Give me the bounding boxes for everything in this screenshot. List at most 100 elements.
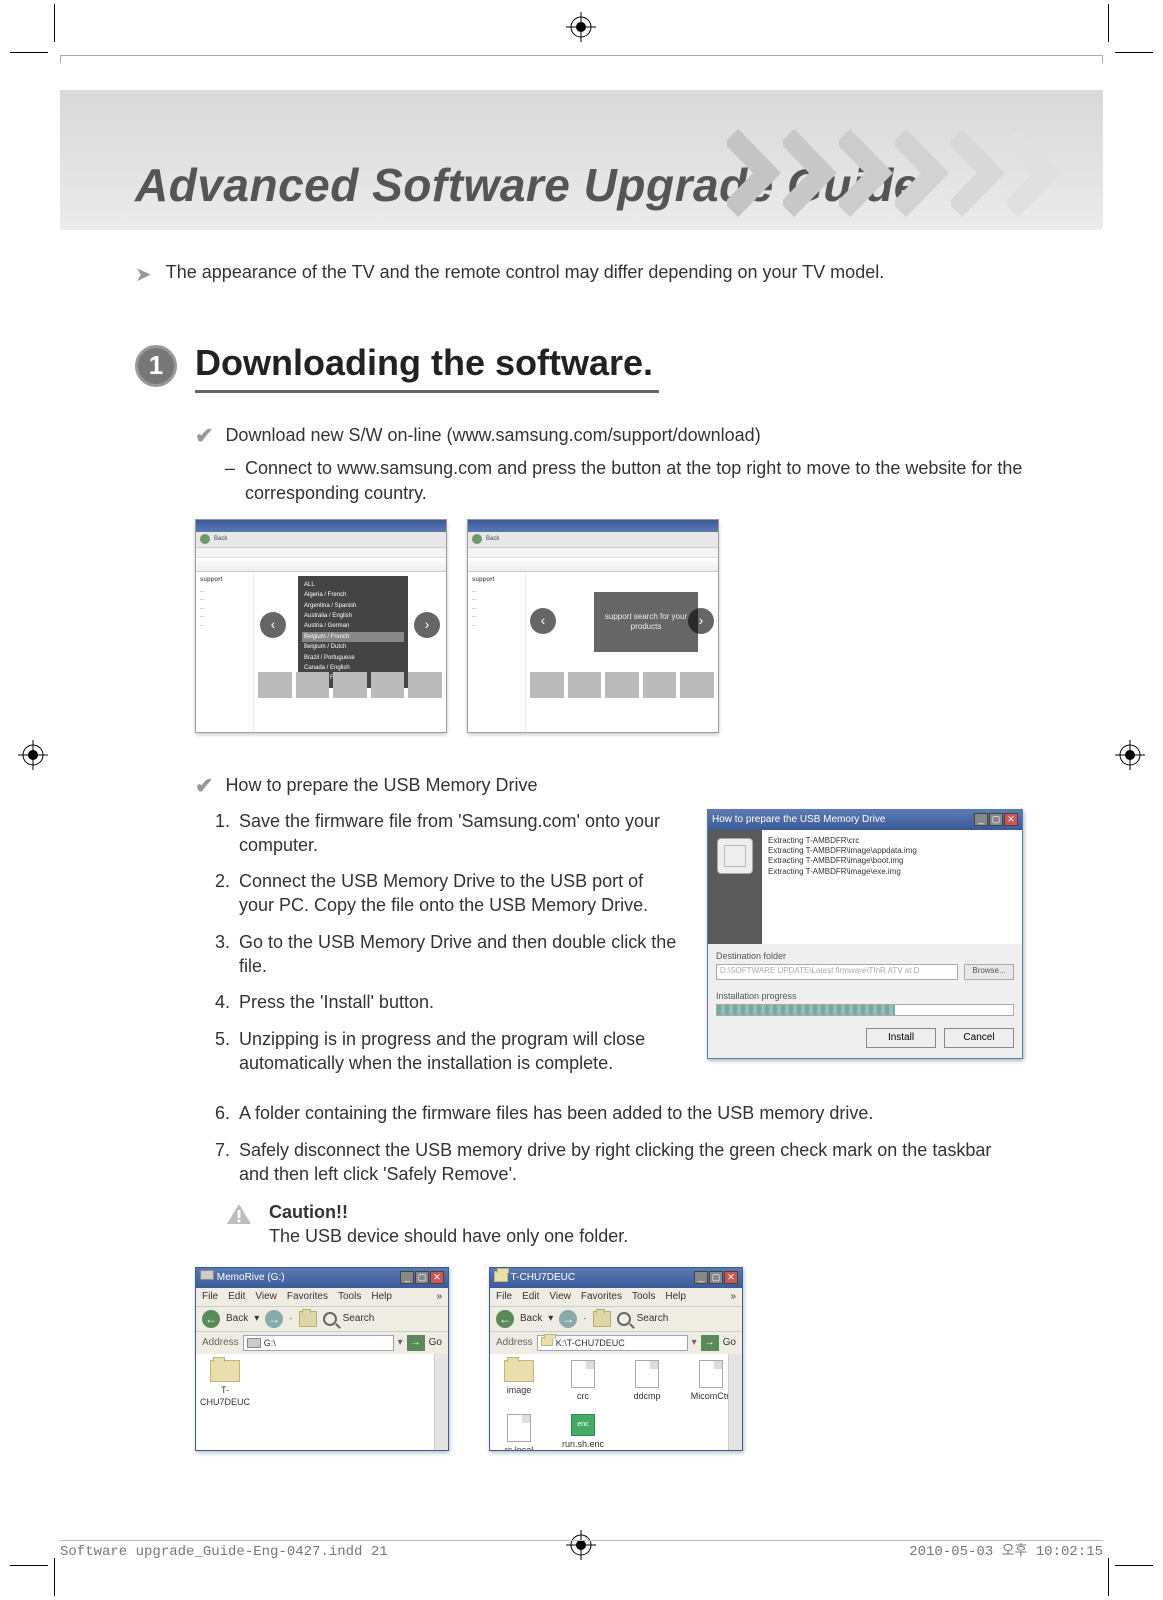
- crop-mark: [1115, 52, 1153, 53]
- footer-timestamp: 2010-05-03 오후 10:02:15: [909, 1540, 1103, 1560]
- window-title: T-CHU7DEUC: [511, 1272, 575, 1283]
- check-icon: ✔: [195, 421, 213, 451]
- window-title: MemoRive (G:): [217, 1272, 285, 1283]
- go-button[interactable]: →: [701, 1335, 719, 1351]
- address-label: Address: [496, 1336, 533, 1350]
- minimize-icon: _: [400, 1271, 414, 1284]
- arrow-right-icon: ›: [414, 612, 440, 638]
- folder-item: image: [496, 1360, 542, 1402]
- close-icon: ✕: [724, 1271, 738, 1284]
- back-button-icon: ←: [202, 1310, 220, 1328]
- window-controls: _▢✕: [399, 1271, 444, 1285]
- browse-button[interactable]: Browse...: [964, 964, 1014, 980]
- list-item: Connect the USB Memory Drive to the USB …: [235, 869, 681, 918]
- search-icon: [617, 1312, 631, 1326]
- file-list[interactable]: T-CHU7DEUC: [196, 1354, 448, 1450]
- toolbar[interactable]: ← Back▾ → · Search: [196, 1306, 448, 1332]
- file-item: rc.local: [496, 1414, 542, 1450]
- window-controls: _▢✕: [693, 1271, 738, 1285]
- installer-window: How to prepare the USB Memory Drive _▢✕ …: [707, 809, 1023, 1059]
- file-icon: [635, 1360, 659, 1388]
- drive-icon: [200, 1270, 214, 1280]
- menu-bar[interactable]: FileEditViewFavoritesToolsHelp»: [490, 1288, 742, 1306]
- caution-title: Caution!!: [269, 1200, 628, 1224]
- menu-bar[interactable]: FileEditViewFavoritesToolsHelp»: [196, 1288, 448, 1306]
- list-item: Press the 'Install' button.: [235, 990, 681, 1014]
- file-list[interactable]: image crc ddcmp MicomCtrl rc.local encru…: [490, 1354, 742, 1450]
- folder-icon: [210, 1360, 240, 1382]
- up-folder-icon: [299, 1311, 317, 1327]
- arrow-left-icon: ‹: [260, 612, 286, 638]
- crop-mark: [10, 1565, 48, 1566]
- bullet-sub-text: Connect to www.samsung.com and press the…: [245, 456, 1023, 505]
- minimize-icon: _: [694, 1271, 708, 1284]
- numbered-steps-tail: A folder containing the firmware files h…: [195, 1101, 1023, 1186]
- file-icon: [699, 1360, 723, 1388]
- scrollbar[interactable]: [434, 1354, 448, 1450]
- window-controls: _▢✕: [973, 813, 1018, 827]
- caution-body: The USB device should have only one fold…: [269, 1226, 628, 1246]
- destination-label: Destination folder: [716, 950, 1014, 962]
- browser-screenshot-language: Back support ————— ALL Algeri: [195, 519, 447, 733]
- list-item: Go to the USB Memory Drive and then doub…: [235, 930, 681, 979]
- step-number-badge: 1: [135, 345, 177, 387]
- destination-path: D:\SOFTWARE UPDATE\Latest firmware\TInR …: [716, 964, 958, 980]
- installer-log: Extracting T-AMBDFR\crc Extracting T-AMB…: [762, 830, 1022, 944]
- chevron-decoration: [727, 128, 1063, 218]
- footer: Software upgrade_Guide-Eng-0427.indd 21 …: [60, 1540, 1103, 1560]
- explorer-screenshots: MemoRive (G:) _▢✕ FileEditViewFavoritesT…: [195, 1267, 1023, 1451]
- file-item: encrun.sh.enc: [560, 1414, 606, 1450]
- arrow-right-icon: ›: [688, 608, 714, 634]
- forward-button-icon: →: [265, 1310, 283, 1328]
- registration-mark-icon: [1115, 740, 1145, 770]
- cancel-button[interactable]: Cancel: [944, 1028, 1014, 1048]
- maximize-icon: ▢: [709, 1271, 723, 1284]
- content-area: Advanced Software Upgrade Guide ➤ The ap…: [60, 55, 1103, 1525]
- list-item: Unzipping is in progress and the program…: [235, 1027, 681, 1076]
- warning-icon: [225, 1202, 253, 1226]
- file-item: ddcmp: [624, 1360, 670, 1402]
- browser-screenshot-support: Back support ————— support search for yo…: [467, 519, 719, 733]
- bullet-text: How to prepare the USB Memory Drive: [225, 773, 537, 801]
- address-input[interactable]: K:\T-CHU7DEUC: [537, 1335, 688, 1351]
- toolbar[interactable]: ← Back▾ → · Search: [490, 1306, 742, 1332]
- step-header: 1 Downloading the software.: [135, 339, 1023, 393]
- caution-block: Caution!! The USB device should have onl…: [225, 1200, 1023, 1249]
- scrollbar[interactable]: [728, 1354, 742, 1450]
- progress-bar: [716, 1004, 1014, 1016]
- progress-label: Installation progress: [708, 986, 1022, 1002]
- install-button[interactable]: Install: [866, 1028, 936, 1048]
- crop-mark: [54, 4, 55, 42]
- title-banner: Advanced Software Upgrade Guide: [60, 90, 1103, 230]
- file-item: crc: [560, 1360, 606, 1402]
- enc-file-icon: enc: [571, 1414, 595, 1436]
- file-icon: [507, 1414, 531, 1442]
- forward-button-icon: →: [559, 1310, 577, 1328]
- go-button[interactable]: →: [407, 1335, 425, 1351]
- footer-filename: Software upgrade_Guide-Eng-0427.indd 21: [60, 1544, 388, 1560]
- page: Advanced Software Upgrade Guide ➤ The ap…: [0, 0, 1163, 1600]
- address-input[interactable]: G:\: [243, 1335, 394, 1351]
- explorer-window-folder: T-CHU7DEUC _▢✕ FileEditViewFavoritesTool…: [489, 1267, 743, 1451]
- search-icon: [323, 1312, 337, 1326]
- list-item: Save the firmware file from 'Samsung.com…: [235, 809, 681, 858]
- drive-icon: [247, 1338, 261, 1348]
- minimize-icon: _: [974, 813, 988, 826]
- body: ➤ The appearance of the TV and the remot…: [60, 230, 1103, 1451]
- registration-mark-icon: [18, 740, 48, 770]
- numbered-steps: Save the firmware file from 'Samsung.com…: [195, 809, 681, 1076]
- registration-mark-icon: [566, 12, 596, 42]
- crop-mark: [10, 52, 48, 53]
- crop-mark: [1115, 1565, 1153, 1566]
- close-icon: ✕: [1004, 813, 1018, 826]
- maximize-icon: ▢: [989, 813, 1003, 826]
- maximize-icon: ▢: [415, 1271, 429, 1284]
- explorer-window-drive: MemoRive (G:) _▢✕ FileEditViewFavoritesT…: [195, 1267, 449, 1451]
- chevron-right-icon: ➤: [135, 262, 152, 289]
- address-label: Address: [202, 1336, 239, 1350]
- support-banner: support search for your products: [594, 592, 698, 652]
- check-icon: ✔: [195, 771, 213, 801]
- crop-mark: [1108, 4, 1109, 42]
- step-title: Downloading the software.: [195, 339, 659, 393]
- intro-note-text: The appearance of the TV and the remote …: [166, 260, 884, 289]
